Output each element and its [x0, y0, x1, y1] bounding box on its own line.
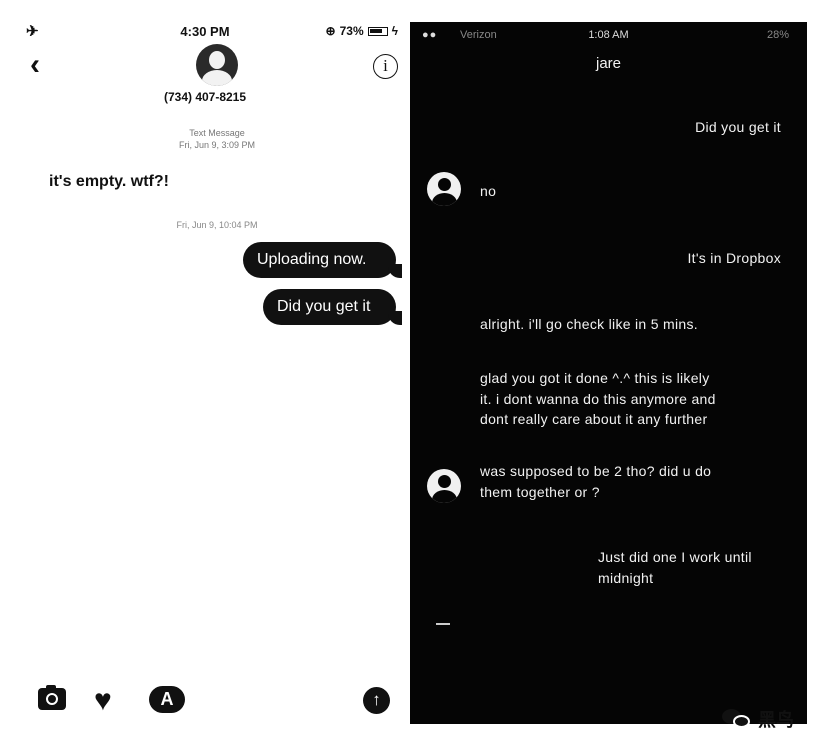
camera-icon[interactable]: [38, 685, 66, 710]
battery-percent: 73%: [339, 24, 364, 38]
heart-icon[interactable]: ♥: [94, 686, 124, 716]
message-timestamp: Fri, Jun 9, 10:04 PM: [176, 220, 258, 230]
thread-date: Fri, Jun 9, 3:09 PM: [178, 140, 256, 150]
thread-timestamp: Text Message Fri, Jun 9, 3:09 PM: [0, 127, 434, 151]
watermark: 黑鸟: [722, 706, 794, 732]
dark-chat-screen: ●● Verizon 1:08 AM 28% jare Did you get …: [410, 22, 807, 724]
sent-message: Did you get it: [695, 119, 781, 135]
contact-avatar: [427, 172, 461, 206]
app-store-icon[interactable]: A: [149, 686, 185, 713]
thread-type-label: Text Message: [189, 128, 245, 138]
message-toolbar: ♥ A ↑: [0, 685, 410, 716]
contact-number: (734) 407-8215: [163, 90, 247, 104]
sent-message: Just did one I work until midnight: [598, 549, 752, 586]
contact-avatar: [427, 469, 461, 503]
orientation-lock-icon: ⊕: [325, 24, 336, 38]
received-message: no: [480, 183, 497, 199]
received-message: was supposed to be 2 tho? did u do them …: [480, 463, 712, 500]
info-button[interactable]: i: [373, 54, 398, 79]
chat-title: jare: [595, 55, 621, 72]
sent-message: It's in Dropbox: [687, 250, 781, 266]
status-right: ⊕ 73% ϟ: [326, 24, 398, 38]
wechat-icon: [722, 707, 752, 731]
received-message: glad you got it done ^.^ this is likely …: [480, 370, 716, 427]
battery-percent: 28%: [766, 29, 789, 41]
contact-avatar[interactable]: [196, 44, 238, 86]
sent-message-bubble[interactable]: Uploading now.: [243, 242, 402, 278]
typing-indicator: [436, 623, 450, 625]
charging-icon: ϟ: [391, 24, 398, 38]
info-icon: i: [383, 56, 388, 75]
chevron-left-icon: ‹: [30, 48, 40, 81]
status-bar: ✈ 4:30 PM ⊕ 73% ϟ: [0, 22, 410, 42]
watermark-text: 黑鸟: [758, 710, 794, 730]
received-message: alright. i'll go check like in 5 mins.: [480, 316, 698, 332]
imessage-screen: ✈ 4:30 PM ⊕ 73% ϟ ‹ i (734) 407-8215 Tex…: [0, 0, 410, 753]
sent-message-bubble[interactable]: Did you get it: [263, 289, 402, 325]
status-time: 1:08 AM: [588, 29, 629, 41]
send-arrow-icon[interactable]: ↑: [363, 687, 390, 714]
back-button[interactable]: ‹: [30, 50, 40, 80]
battery-icon: [367, 26, 388, 36]
received-message: it's empty. wtf?!: [49, 173, 169, 190]
